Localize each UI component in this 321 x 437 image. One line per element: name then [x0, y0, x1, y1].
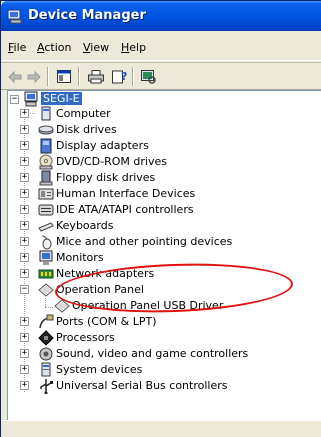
menu-action[interactable]: Action	[37, 41, 71, 54]
tree-item-display-adapters[interactable]: Display adapters	[56, 139, 149, 152]
expander-disk-drives[interactable]: +	[20, 125, 29, 134]
tree-item-ide[interactable]: IDE ATA/ATAPI controllers	[56, 203, 194, 216]
expander-operation-panel[interactable]: −	[20, 285, 29, 294]
network-adapter-icon	[38, 269, 54, 279]
tree-item-sound[interactable]: Sound, video and game controllers	[56, 347, 248, 360]
menu-bar: File Action View Help	[1, 31, 321, 61]
status-bar	[1, 420, 321, 437]
usb-icon	[40, 379, 53, 394]
computer-root-icon	[24, 91, 38, 107]
tree-item-dvd-cdrom[interactable]: DVD/CD-ROM drives	[56, 155, 167, 168]
disk-drive-icon	[38, 125, 54, 135]
expander-display-adapters[interactable]: +	[20, 141, 29, 150]
device-manager-window: Device Manager File Action View Help ? −…	[0, 0, 321, 437]
svg-text:?: ?	[121, 70, 127, 83]
ide-controller-icon	[38, 204, 54, 216]
sound-icon	[39, 347, 53, 361]
floppy-icon	[39, 170, 53, 186]
title-bar[interactable]: Device Manager	[1, 1, 321, 31]
tree-connector	[45, 298, 46, 307]
mouse-icon	[41, 235, 52, 250]
hid-icon	[38, 188, 54, 200]
expander-network[interactable]: +	[20, 269, 29, 278]
tree-item-disk-drives[interactable]: Disk drives	[56, 123, 117, 136]
forward-arrow-icon[interactable]	[25, 68, 43, 85]
tree-item-computer[interactable]: Computer	[56, 107, 111, 120]
computer-icon	[41, 106, 51, 121]
expander-sound[interactable]: +	[20, 349, 29, 358]
tree-item-keyboards[interactable]: Keyboards	[56, 219, 113, 232]
scan-hardware-icon[interactable]	[139, 68, 157, 85]
system-device-icon	[41, 362, 51, 377]
toolbar: ?	[1, 62, 321, 90]
expander-keyboards[interactable]: +	[20, 221, 29, 230]
device-tree[interactable]: − SEGI-E + Computer + Disk drives + Disp…	[7, 90, 321, 420]
print-icon[interactable]	[87, 68, 105, 85]
window-title: Device Manager	[28, 8, 146, 23]
processor-icon	[38, 330, 54, 346]
keyboard-icon	[38, 222, 54, 232]
expander-hid[interactable]: +	[20, 189, 29, 198]
expander-ports[interactable]: +	[20, 317, 29, 326]
menu-help[interactable]: Help	[121, 41, 146, 54]
tree-item-usb[interactable]: Universal Serial Bus controllers	[56, 379, 227, 392]
tree-item-hid[interactable]: Human Interface Devices	[56, 187, 195, 200]
tree-item-ports[interactable]: Ports (COM & LPT)	[56, 315, 157, 328]
expander-processors[interactable]: +	[20, 333, 29, 342]
port-icon	[39, 314, 54, 329]
device-manager-icon	[7, 9, 22, 24]
root-expander[interactable]: −	[10, 95, 19, 104]
tree-root-label[interactable]: SEGI-E	[41, 92, 82, 105]
expander-dvd-cdrom[interactable]: +	[20, 157, 29, 166]
expander-computer[interactable]: +	[20, 109, 29, 118]
cdrom-icon	[39, 154, 53, 170]
tree-item-monitors[interactable]: Monitors	[56, 251, 104, 264]
menu-file[interactable]: File	[8, 41, 26, 54]
back-arrow-icon[interactable]	[6, 68, 24, 85]
display-adapter-icon	[40, 138, 52, 154]
expander-ide[interactable]: +	[20, 205, 29, 214]
operation-panel-icon	[38, 283, 54, 297]
expander-system-devices[interactable]: +	[20, 365, 29, 374]
tree-item-mice[interactable]: Mice and other pointing devices	[56, 235, 232, 248]
tree-item-floppy[interactable]: Floppy disk drives	[56, 171, 155, 184]
toolbar-separator	[47, 67, 49, 86]
monitor-icon	[39, 250, 53, 265]
toolbar-separator	[78, 67, 80, 86]
expander-monitors[interactable]: +	[20, 253, 29, 262]
expander-mice[interactable]: +	[20, 237, 29, 246]
toolbar-separator	[132, 67, 134, 86]
tree-connector	[45, 307, 53, 308]
expander-usb[interactable]: +	[20, 381, 29, 390]
tree-item-system-devices[interactable]: System devices	[56, 363, 142, 376]
help-icon[interactable]: ?	[111, 68, 129, 85]
properties-console-icon[interactable]	[55, 68, 73, 85]
tree-item-processors[interactable]: Processors	[56, 331, 115, 344]
menu-view[interactable]: View	[83, 41, 109, 54]
expander-floppy[interactable]: +	[20, 173, 29, 182]
